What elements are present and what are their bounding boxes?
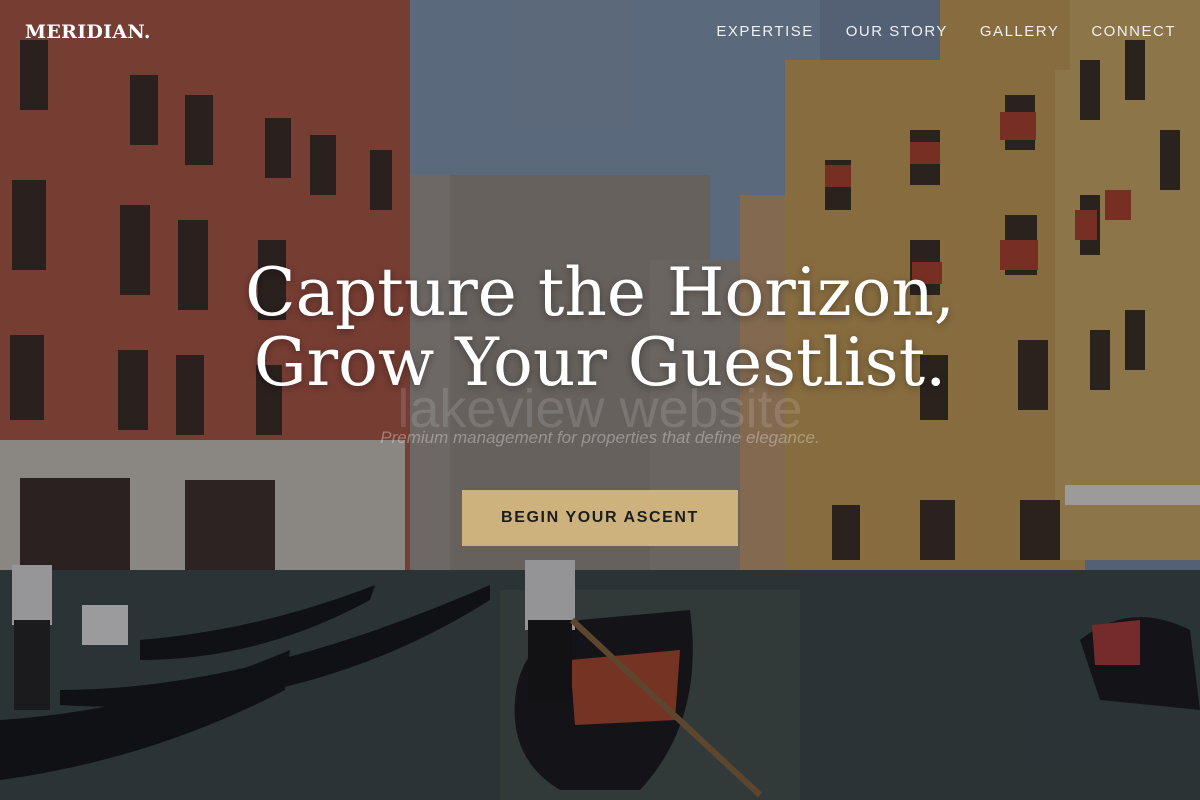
main-nav: EXPERTISE OUR STORY GALLERY CONNECT [716,23,1176,40]
nav-link-gallery[interactable]: GALLERY [980,23,1059,40]
brand-logo[interactable]: MERIDIAN. [25,21,151,43]
hero-tagline: Premium management for properties that d… [380,428,820,447]
hero-headline: Capture the Horizon, Grow Your Guestlist… [0,258,1200,398]
hero-section: MERIDIAN. EXPERTISE OUR STORY GALLERY CO… [0,0,1200,800]
nav-link-connect[interactable]: CONNECT [1091,23,1176,40]
headline-line-1: Capture the Horizon, [245,254,955,331]
nav-link-expertise[interactable]: EXPERTISE [716,23,813,40]
nav-link-our-story[interactable]: OUR STORY [846,23,948,40]
begin-ascent-button[interactable]: BEGIN YOUR ASCENT [462,490,738,546]
